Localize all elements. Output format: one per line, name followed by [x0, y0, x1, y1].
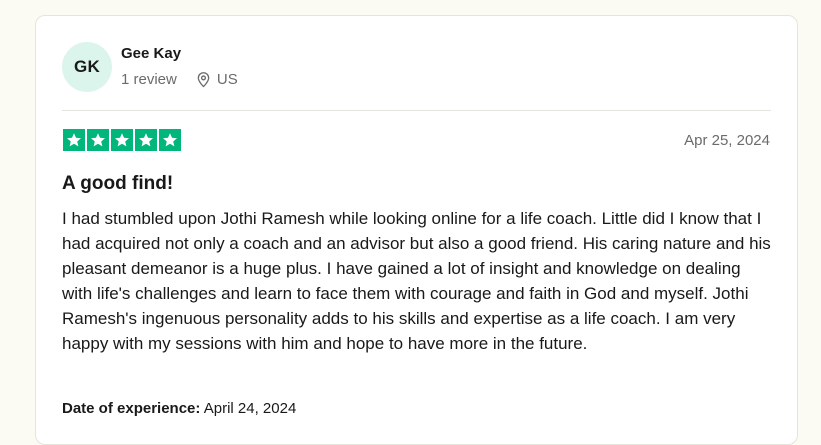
divider: [62, 110, 771, 111]
experience-date: April 24, 2024: [203, 400, 297, 417]
review-date: Apr 25, 2024: [684, 132, 770, 149]
review-title[interactable]: A good find!: [62, 173, 173, 195]
star-icon: [135, 129, 157, 151]
experience-label: Date of experience:: [62, 400, 201, 417]
review-count: 1 review: [121, 71, 177, 88]
star-icon: [87, 129, 109, 151]
star-icon: [63, 129, 85, 151]
review-card: GK Gee Kay 1 review US Apr 25, 2024 A go…: [35, 15, 798, 445]
avatar[interactable]: GK: [62, 42, 112, 92]
star-icon: [159, 129, 181, 151]
review-body: I had stumbled upon Jothi Ramesh while l…: [62, 209, 771, 353]
star-rating: [63, 129, 181, 151]
location-pin-icon: [196, 71, 211, 88]
star-icon: [111, 129, 133, 151]
reviewer-location: US: [216, 71, 238, 88]
reviewer-meta: 1 review US: [121, 71, 238, 88]
date-of-experience: Date of experience: April 24, 2024: [62, 400, 296, 417]
reviewer-name[interactable]: Gee Kay: [121, 45, 181, 62]
